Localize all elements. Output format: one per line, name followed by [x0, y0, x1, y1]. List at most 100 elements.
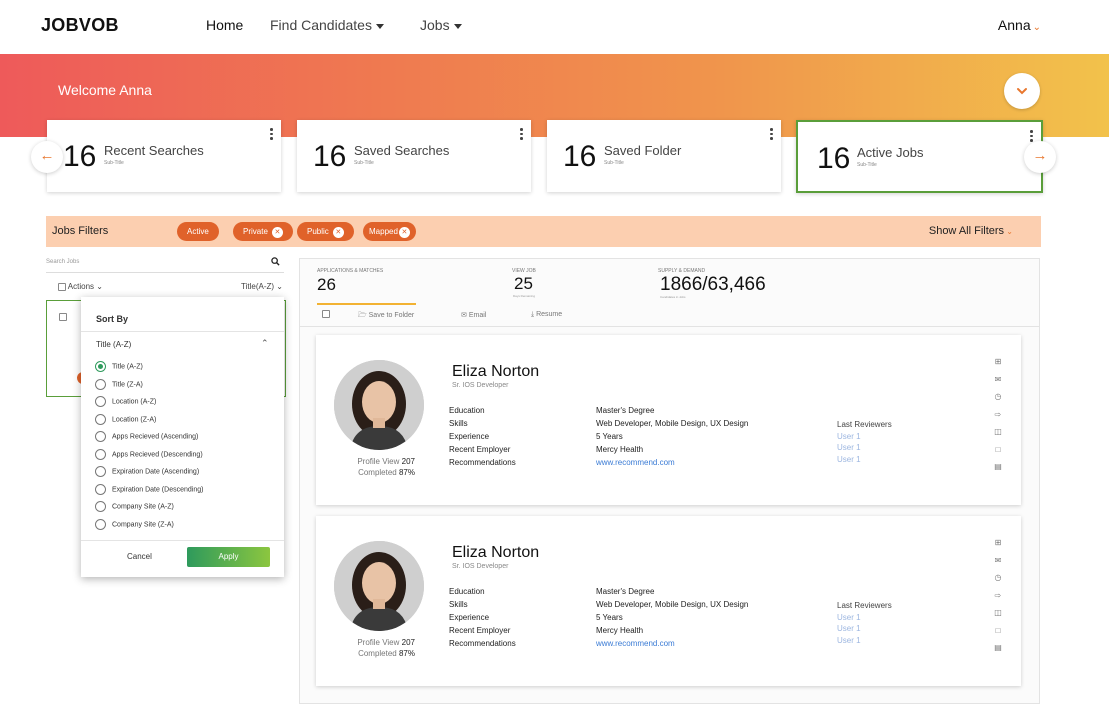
- filter-chip-mapped[interactable]: Mapped ✕: [363, 222, 416, 241]
- prev-arrow-button[interactable]: ←: [31, 141, 63, 173]
- sort-option[interactable]: Title (A-Z): [95, 361, 143, 372]
- reviewer-link[interactable]: User 1: [837, 623, 892, 635]
- chat-icon[interactable]: □: [992, 445, 1004, 463]
- apply-button[interactable]: Apply: [187, 547, 270, 567]
- add-icon[interactable]: ⊞: [992, 538, 1004, 556]
- logo[interactable]: JOBVOB: [41, 15, 119, 36]
- radio[interactable]: [95, 466, 106, 477]
- nav-jobs-label: Jobs: [420, 17, 450, 33]
- recommendation-link[interactable]: www.recommend.com: [596, 637, 748, 650]
- clock-icon[interactable]: ◷: [992, 392, 1004, 410]
- email-label: Email: [468, 312, 487, 319]
- nav-find-candidates[interactable]: Find Candidates: [270, 17, 384, 33]
- kebab-menu-icon[interactable]: [770, 128, 773, 142]
- profile-stats: Profile View 207 Completed 87%: [342, 637, 415, 659]
- card-title: Recent Searches: [104, 143, 204, 158]
- collapse-banner-button[interactable]: [1004, 73, 1040, 109]
- video-icon[interactable]: ◫: [992, 427, 1004, 445]
- sort-option[interactable]: Title (Z-A): [95, 378, 143, 390]
- radio[interactable]: [95, 448, 106, 460]
- card-active-jobs[interactable]: 16 Active Jobs Sub-Title: [796, 120, 1043, 193]
- filter-chip-public[interactable]: Public ✕: [297, 222, 354, 241]
- radio[interactable]: [95, 518, 106, 530]
- sort-option[interactable]: Company Site (A-Z): [95, 501, 174, 512]
- candidate-name[interactable]: Eliza Norton: [452, 544, 539, 562]
- chevron-up-icon[interactable]: ⌃: [261, 338, 269, 349]
- select-all-candidates-checkbox[interactable]: [322, 310, 330, 318]
- view-job-sub: Days Remaining: [513, 294, 536, 298]
- select-all-checkbox[interactable]: [58, 282, 66, 291]
- candidate-card[interactable]: Profile View 207 Completed 87% Eliza Nort…: [316, 335, 1021, 505]
- nav-home[interactable]: Home: [206, 17, 243, 33]
- forward-icon[interactable]: ⇨: [992, 410, 1004, 428]
- close-icon[interactable]: ✕: [332, 227, 344, 238]
- message-icon[interactable]: ▤: [992, 643, 1004, 661]
- sort-option[interactable]: Apps Recieved (Ascending): [95, 431, 198, 442]
- sort-option[interactable]: Company Site (Z-A): [95, 518, 174, 530]
- sort-option-label: Company Site (Z-A): [112, 520, 174, 528]
- divider: [81, 540, 284, 541]
- reviewer-link[interactable]: User 1: [837, 431, 892, 443]
- email-icon[interactable]: ✉: [992, 375, 1004, 393]
- sort-option[interactable]: Location (Z-A): [95, 413, 156, 425]
- resume-button[interactable]: ⤓ Resume: [531, 311, 562, 319]
- reviewers-label: Last Reviewers: [837, 601, 892, 610]
- video-icon[interactable]: ◫: [992, 608, 1004, 626]
- card-saved-folder[interactable]: 16 Saved Folder Sub-Title: [547, 120, 781, 192]
- nav-jobs[interactable]: Jobs: [420, 17, 462, 33]
- clock-icon[interactable]: ◷: [992, 573, 1004, 591]
- view-job-value[interactable]: 25: [514, 274, 533, 294]
- card-subtitle: Sub-Title: [857, 162, 877, 168]
- radio[interactable]: [95, 483, 106, 495]
- search-jobs-input[interactable]: Search Jobs: [46, 259, 284, 273]
- radio[interactable]: [95, 413, 106, 425]
- sort-option[interactable]: Expiration Date (Ascending): [95, 466, 199, 477]
- filter-chip-private[interactable]: Private ✕: [233, 222, 293, 241]
- sort-option[interactable]: Expiration Date (Descending): [95, 483, 203, 495]
- candidate-field-values: Master's Degree Web Developer, Mobile De…: [596, 585, 748, 650]
- candidate-field-labels: Education Skills Experience Recent Emplo…: [449, 404, 516, 469]
- candidate-card[interactable]: Profile View 207 Completed 87% Eliza Nort…: [316, 516, 1021, 686]
- sort-option[interactable]: Apps Recieved (Descending): [95, 448, 203, 460]
- message-icon[interactable]: ▤: [992, 462, 1004, 480]
- radio[interactable]: [95, 501, 106, 512]
- candidate-name[interactable]: Eliza Norton: [452, 363, 539, 381]
- reviewer-link[interactable]: User 1: [837, 442, 892, 454]
- sort-dropdown[interactable]: Title(A-Z) ⌄: [241, 282, 283, 291]
- radio-selected[interactable]: [95, 361, 106, 372]
- completed-value: 87%: [398, 649, 415, 658]
- close-icon[interactable]: ✕: [271, 227, 283, 238]
- close-icon[interactable]: ✕: [398, 227, 410, 238]
- radio[interactable]: [95, 378, 106, 390]
- forward-icon[interactable]: ⇨: [992, 591, 1004, 609]
- reviewer-link[interactable]: User 1: [837, 454, 892, 466]
- kebab-menu-icon[interactable]: [270, 128, 273, 142]
- user-menu[interactable]: Anna ⌄: [998, 17, 1041, 33]
- chevron-down-icon: [1017, 88, 1027, 95]
- add-icon[interactable]: ⊞: [992, 357, 1004, 375]
- cancel-button[interactable]: Cancel: [127, 552, 152, 561]
- candidate-photo: [334, 360, 424, 450]
- search-icon[interactable]: [271, 257, 280, 266]
- email-button[interactable]: ✉ Email: [461, 311, 486, 319]
- radio[interactable]: [95, 431, 106, 442]
- card-recent-searches[interactable]: 16 Recent Searches Sub-Title: [47, 120, 281, 192]
- reviewer-link[interactable]: User 1: [837, 635, 892, 647]
- filter-chip-active[interactable]: Active: [177, 222, 219, 241]
- actions-dropdown[interactable]: Actions ⌄: [58, 282, 103, 291]
- email-icon[interactable]: ✉: [992, 556, 1004, 574]
- save-to-folder-button[interactable]: 🗁 Save to Folder: [358, 311, 414, 322]
- next-arrow-button[interactable]: →: [1024, 141, 1056, 173]
- show-all-filters[interactable]: Show All Filters ⌄: [929, 225, 1013, 237]
- reviewer-link[interactable]: User 1: [837, 612, 892, 624]
- recommendation-link[interactable]: www.recommend.com: [596, 456, 748, 469]
- sort-option[interactable]: Location (A-Z): [95, 396, 156, 407]
- chip-label: Active: [187, 227, 209, 236]
- kebab-menu-icon[interactable]: [520, 128, 523, 142]
- card-saved-searches[interactable]: 16 Saved Searches Sub-Title: [297, 120, 531, 192]
- sort-current-value: Title (A-Z): [96, 340, 132, 349]
- chat-icon[interactable]: □: [992, 626, 1004, 644]
- job-card-checkbox[interactable]: [59, 313, 67, 321]
- completed-value: 87%: [398, 468, 415, 477]
- radio[interactable]: [95, 396, 106, 407]
